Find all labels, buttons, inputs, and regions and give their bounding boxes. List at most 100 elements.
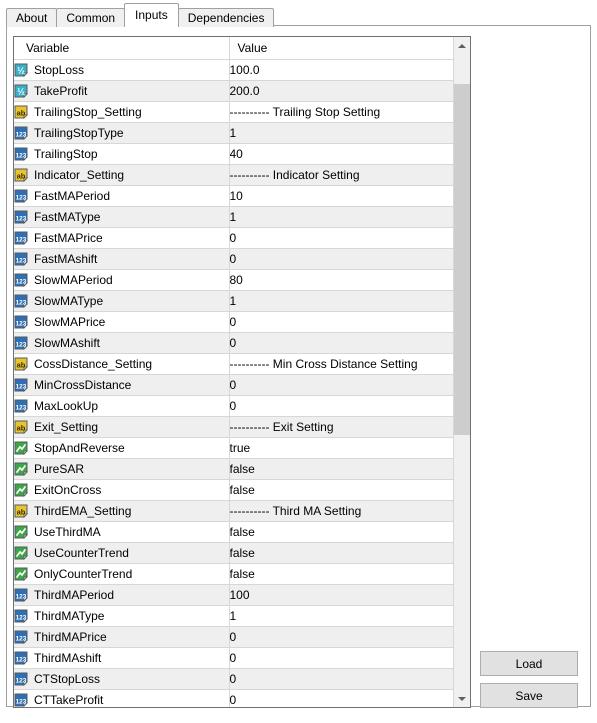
variable-value-cell[interactable]: 1 <box>228 206 453 228</box>
variable-value-cell[interactable]: 0 <box>228 395 453 417</box>
load-button[interactable]: Load <box>480 651 578 676</box>
variable-name-cell[interactable]: 123 FastMAType <box>14 206 229 228</box>
variable-value-cell[interactable]: ---------- Exit Setting <box>228 416 453 438</box>
variable-name-cell[interactable]: 123 ThirdMAType <box>14 605 229 627</box>
table-row[interactable]: 123 SlowMAType 1 <box>14 290 453 312</box>
variable-value-cell[interactable]: 100 <box>228 584 453 606</box>
variable-name-cell[interactable]: 123 FastMAshift <box>14 248 229 270</box>
table-row[interactable]: 123 FastMAType 1 <box>14 206 453 228</box>
table-row[interactable]: OnlyCounterTrend false <box>14 563 453 585</box>
table-row[interactable]: ab ThirdEMA_Setting ---------- Third MA Se… <box>14 500 453 522</box>
variable-value-cell[interactable]: 1 <box>228 122 453 144</box>
column-header-value[interactable]: Value <box>228 37 453 60</box>
variable-name-cell[interactable]: 123 ThirdMAPeriod <box>14 584 229 606</box>
table-row[interactable]: ab Exit_Setting ---------- Exit Setting <box>14 416 453 438</box>
table-row[interactable]: 123 FastMAPeriod 10 <box>14 185 453 207</box>
variable-name-cell[interactable]: ½ TakeProfit <box>14 80 229 102</box>
table-row[interactable]: PureSAR false <box>14 458 453 480</box>
tab-about[interactable]: About <box>6 8 58 27</box>
variable-value-cell[interactable]: false <box>228 563 453 585</box>
table-row[interactable]: 123 ThirdMAType 1 <box>14 605 453 627</box>
table-row[interactable]: 123 CTStopLoss 0 <box>14 668 453 690</box>
table-row[interactable]: 123 SlowMAPrice 0 <box>14 311 453 333</box>
variable-value-cell[interactable]: 80 <box>228 269 453 291</box>
column-header-variable[interactable]: Variable <box>14 37 229 60</box>
tab-common[interactable]: Common <box>56 8 126 27</box>
table-row[interactable]: ab TrailingStop_Setting ---------- Trailin… <box>14 101 453 123</box>
table-row[interactable]: UseThirdMA false <box>14 521 453 543</box>
variable-name-cell[interactable]: 123 MaxLookUp <box>14 395 229 417</box>
variable-value-cell[interactable]: 0 <box>228 248 453 270</box>
variable-value-cell[interactable]: ---------- Min Cross Distance Setting <box>228 353 453 375</box>
variable-value-cell[interactable]: 0 <box>228 668 453 690</box>
variable-value-cell[interactable]: 0 <box>228 647 453 669</box>
variable-name-cell[interactable]: ExitOnCross <box>14 479 229 501</box>
variable-name-cell[interactable]: UseCounterTrend <box>14 542 229 564</box>
variable-value-cell[interactable]: 10 <box>228 185 453 207</box>
variable-name-cell[interactable]: 123 TrailingStopType <box>14 122 229 144</box>
variable-value-cell[interactable]: ---------- Indicator Setting <box>228 164 453 186</box>
variable-value-cell[interactable]: 200.0 <box>228 80 453 102</box>
variable-name-cell[interactable]: PureSAR <box>14 458 229 480</box>
scroll-up-icon[interactable] <box>454 37 470 54</box>
variable-name-cell[interactable]: 123 SlowMAPrice <box>14 311 229 333</box>
tab-dependencies[interactable]: Dependencies <box>177 8 275 27</box>
variable-name-cell[interactable]: 123 TrailingStop <box>14 143 229 165</box>
variable-name-cell[interactable]: 123 CTStopLoss <box>14 668 229 690</box>
table-row[interactable]: 123 TrailingStopType 1 <box>14 122 453 144</box>
table-row[interactable]: 123 TrailingStop 40 <box>14 143 453 165</box>
table-row[interactable]: ab CossDistance_Setting ---------- Min Cro… <box>14 353 453 375</box>
variable-name-cell[interactable]: ab ThirdEMA_Setting <box>14 500 229 522</box>
table-row[interactable]: 123 MaxLookUp 0 <box>14 395 453 417</box>
variable-value-cell[interactable]: false <box>228 458 453 480</box>
scroll-down-icon[interactable] <box>454 690 470 707</box>
variable-value-cell[interactable]: 0 <box>228 626 453 648</box>
variable-value-cell[interactable]: 100.0 <box>228 59 453 81</box>
table-row[interactable]: ab Indicator_Setting ---------- Indicator … <box>14 164 453 186</box>
table-row[interactable]: ExitOnCross false <box>14 479 453 501</box>
variable-name-cell[interactable]: 123 MinCrossDistance <box>14 374 229 396</box>
table-row[interactable]: 123 CTTakeProfit 0 <box>14 689 453 707</box>
variable-value-cell[interactable]: true <box>228 437 453 459</box>
variable-value-cell[interactable]: 0 <box>228 311 453 333</box>
table-row[interactable]: ½ StopLoss 100.0 <box>14 59 453 81</box>
variable-name-cell[interactable]: 123 SlowMAPeriod <box>14 269 229 291</box>
variable-value-cell[interactable]: false <box>228 479 453 501</box>
variable-name-cell[interactable]: ab Exit_Setting <box>14 416 229 438</box>
tab-inputs[interactable]: Inputs <box>124 3 179 26</box>
variable-value-cell[interactable]: 1 <box>228 290 453 312</box>
table-row[interactable]: StopAndReverse true <box>14 437 453 459</box>
variable-name-cell[interactable]: 123 FastMAPeriod <box>14 185 229 207</box>
variable-name-cell[interactable]: ab Indicator_Setting <box>14 164 229 186</box>
vertical-scrollbar[interactable] <box>453 37 470 707</box>
table-row[interactable]: 123 FastMAPrice 0 <box>14 227 453 249</box>
variable-value-cell[interactable]: ---------- Third MA Setting <box>228 500 453 522</box>
variable-value-cell[interactable]: 0 <box>228 689 453 707</box>
table-row[interactable]: 123 MinCrossDistance 0 <box>14 374 453 396</box>
variable-value-cell[interactable]: false <box>228 521 453 543</box>
table-row[interactable]: 123 SlowMAPeriod 80 <box>14 269 453 291</box>
variable-name-cell[interactable]: 123 ThirdMAshift <box>14 647 229 669</box>
variable-name-cell[interactable]: ½ StopLoss <box>14 59 229 81</box>
variable-value-cell[interactable]: 0 <box>228 332 453 354</box>
table-row[interactable]: 123 ThirdMAPrice 0 <box>14 626 453 648</box>
variable-value-cell[interactable]: 0 <box>228 374 453 396</box>
variable-name-cell[interactable]: ab TrailingStop_Setting <box>14 101 229 123</box>
variable-name-cell[interactable]: 123 SlowMAType <box>14 290 229 312</box>
table-row[interactable]: 123 ThirdMAshift 0 <box>14 647 453 669</box>
variable-name-cell[interactable]: OnlyCounterTrend <box>14 563 229 585</box>
variable-name-cell[interactable]: UseThirdMA <box>14 521 229 543</box>
variable-name-cell[interactable]: 123 CTTakeProfit <box>14 689 229 707</box>
variable-name-cell[interactable]: ab CossDistance_Setting <box>14 353 229 375</box>
variable-value-cell[interactable]: ---------- Trailing Stop Setting <box>228 101 453 123</box>
scrollbar-thumb[interactable] <box>454 84 470 435</box>
variable-name-cell[interactable]: 123 ThirdMAPrice <box>14 626 229 648</box>
table-row[interactable]: ½ TakeProfit 200.0 <box>14 80 453 102</box>
variable-value-cell[interactable]: 1 <box>228 605 453 627</box>
save-button[interactable]: Save <box>480 683 578 708</box>
table-row[interactable]: UseCounterTrend false <box>14 542 453 564</box>
variable-name-cell[interactable]: 123 FastMAPrice <box>14 227 229 249</box>
table-row[interactable]: 123 FastMAshift 0 <box>14 248 453 270</box>
variable-name-cell[interactable]: StopAndReverse <box>14 437 229 459</box>
variable-value-cell[interactable]: 40 <box>228 143 453 165</box>
